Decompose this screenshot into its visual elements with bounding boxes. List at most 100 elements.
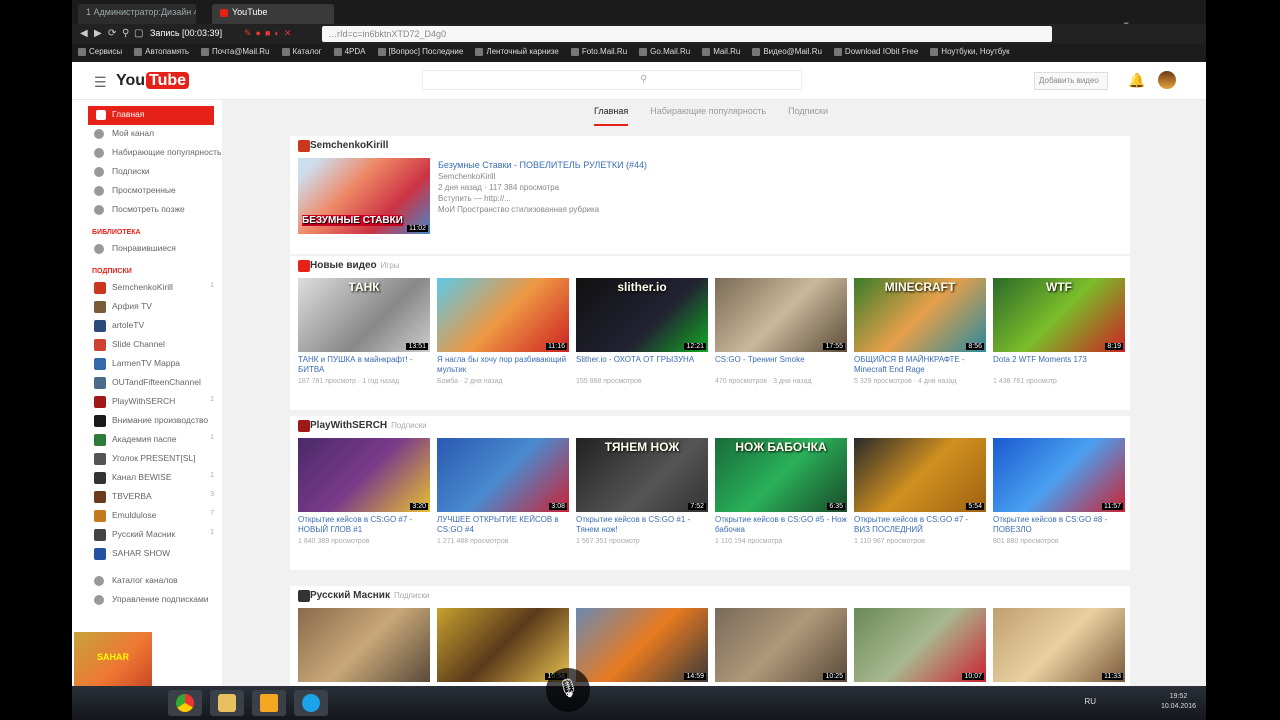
search-icon[interactable]: ⚲ xyxy=(122,28,129,39)
url-field[interactable]: …rId=c=in6bktnXTD72_D4g0 xyxy=(322,26,1052,42)
back-icon[interactable]: ◀ xyxy=(80,28,88,39)
upload-button[interactable]: Добавить видео xyxy=(1034,72,1108,90)
video-thumbnail[interactable]: 17:55 xyxy=(715,278,847,352)
feature-video[interactable]: БЕЗУМНЫЕ СТАВКИ 11:02 Безумные Ставки - … xyxy=(290,158,1130,254)
sidebar-item-liked[interactable]: Понравившиеся xyxy=(72,240,222,259)
tab-trending[interactable]: Набирающие популярность xyxy=(650,100,766,126)
bookmark-item[interactable]: Ноутбуки, Ноутбук xyxy=(924,44,1015,59)
video-thumbnail[interactable]: ТЯНЕМ НОЖ 7:52 xyxy=(576,438,708,512)
video-title[interactable]: Открытие кейсов в CS:GO #1 - Тянем нож! xyxy=(576,515,708,537)
video-thumbnail[interactable]: slither.io 12:21 xyxy=(576,278,708,352)
browser-tab-1[interactable]: 1 Администратор:Дизайн 4.0 xyxy=(78,4,196,24)
browser-tab-youtube[interactable]: YouTube xyxy=(212,4,334,24)
sidebar-subscription[interactable]: Emuldulose 7 xyxy=(72,507,222,526)
sidebar-bottom-item[interactable]: Управление подписками xyxy=(72,591,222,610)
reload-icon[interactable]: ⟳ xyxy=(108,28,116,39)
feature-title[interactable]: Безумные Ставки - ПОВЕЛИТЕЛЬ РУЛЕТКИ (#4… xyxy=(438,160,647,171)
sidebar-subscription[interactable]: Slide Channel xyxy=(72,336,222,355)
sidebar-subscription[interactable]: PlayWithSERCH 1 xyxy=(72,393,222,412)
bookmark-item[interactable]: Go.Mail.Ru xyxy=(633,44,696,59)
sidebar-subscription[interactable]: OUTandFifteenChannel xyxy=(72,374,222,393)
mute-microphone-icon[interactable]: 🎙 xyxy=(546,668,590,712)
bookmark-item[interactable]: Каталог xyxy=(276,44,328,59)
video-thumbnail[interactable]: ТАНК 13:51 xyxy=(298,278,430,352)
video-title[interactable]: Dota 2 WTF Moments 173 xyxy=(993,355,1125,377)
language-indicator[interactable]: RU xyxy=(1084,697,1096,706)
tab-subscriptions[interactable]: Подписки xyxy=(788,100,828,126)
video-title[interactable]: Открытие кейсов в CS:GO #8 - ПОВЕЗЛО xyxy=(993,515,1125,537)
video-title[interactable]: Slither.io - ОХОТА ОТ ГРЫЗУНА xyxy=(576,355,708,377)
sidebar-item[interactable]: Посмотреть позже xyxy=(72,201,222,220)
video-card[interactable]: НОЖ БАБОЧКА 6:35 Открытие кейсов в CS:GO #… xyxy=(715,438,847,546)
video-card[interactable]: slither.io 12:21 Slither.io - ОХОТА ОТ ГРЫ… xyxy=(576,278,708,386)
window-icon[interactable]: ▢ xyxy=(134,28,143,39)
video-thumbnail[interactable]: 3:20 xyxy=(298,438,430,512)
sidebar-subscription[interactable]: Академия паспе 1 xyxy=(72,431,222,450)
video-card[interactable]: 17:55 CS:GO - Тренинг Smoke 470 просмотров… xyxy=(715,278,847,386)
avatar[interactable] xyxy=(1158,71,1176,89)
video-card[interactable]: 11:16 Я нагла бы хочу пор разбивающий мул… xyxy=(437,278,569,386)
search-input[interactable] xyxy=(422,70,802,90)
video-thumbnail[interactable]: 11:16 xyxy=(437,278,569,352)
video-thumbnail[interactable]: MINECRAFT 8:56 xyxy=(854,278,986,352)
video-title[interactable]: Я нагла бы хочу пор разбивающий мультик xyxy=(437,355,569,377)
video-card[interactable]: 11:57 Открытие кейсов в CS:GO #8 - ПОВЕЗЛ… xyxy=(993,438,1125,546)
bookmark-item[interactable]: Автопамять xyxy=(128,44,195,59)
video-card[interactable]: MINECRAFT 8:56 ОБЩИЙСЯ В МАЙНКРАФТЕ - Mine… xyxy=(854,278,986,386)
sidebar-item[interactable]: Мой канал xyxy=(72,125,222,144)
sidebar-item[interactable]: Просмотренные xyxy=(72,182,222,201)
sidebar-item[interactable]: Подписки xyxy=(72,163,222,182)
video-title[interactable]: ОБЩИЙСЯ В МАЙНКРАФТЕ - Minecraft End Rag… xyxy=(854,355,986,377)
sidebar-bottom-item[interactable]: Каталог каналов xyxy=(72,572,222,591)
menu-icon[interactable]: ☰ xyxy=(94,74,107,91)
video-thumbnail[interactable]: 10:07 xyxy=(854,608,986,682)
section-header[interactable]: Новые видео Игры xyxy=(290,256,1130,278)
section-header[interactable]: PlayWithSERCH Подписки xyxy=(290,416,1130,438)
forward-icon[interactable]: ▶ xyxy=(94,28,102,39)
explorer-taskbar-button[interactable] xyxy=(210,690,244,716)
video-thumbnail[interactable]: 14:59 xyxy=(576,608,708,682)
bookmark-item[interactable]: Download IObit Free xyxy=(828,44,924,59)
bookmark-item[interactable]: Почта@Mail.Ru xyxy=(195,44,275,59)
bookmark-item[interactable]: Сервисы xyxy=(72,44,128,59)
search-button-icon[interactable]: ⚲ xyxy=(640,74,647,85)
video-thumbnail[interactable]: 5:54 xyxy=(854,438,986,512)
feature-channel-header[interactable]: SemchenkoKirill xyxy=(290,136,1130,158)
video-card[interactable]: ТЯНЕМ НОЖ 7:52 Открытие кейсов в CS:GO #1 … xyxy=(576,438,708,546)
video-thumbnail[interactable]: 10:58 xyxy=(437,608,569,682)
video-title[interactable]: Открытие кейсов в CS:GO #7 - НОВЫЙ ГЛОВ … xyxy=(298,515,430,537)
sidebar-subscription[interactable]: Русский Масник 1 xyxy=(72,526,222,545)
video-title[interactable]: Открытие кейсов в CS:GO #5 - Нож бабочка xyxy=(715,515,847,537)
sidebar-subscription[interactable]: Уголок PRESENT[SL] xyxy=(72,450,222,469)
sidebar-subscription[interactable]: SemchenkoKirill 1 xyxy=(72,279,222,298)
video-thumbnail[interactable]: НОЖ БАБОЧКА 6:35 xyxy=(715,438,847,512)
sidebar-item[interactable]: Главная xyxy=(88,106,214,125)
sidebar-subscription[interactable]: TBVERBA 3 xyxy=(72,488,222,507)
video-card[interactable]: 3:08 ЛУЧШЕЕ ОТКРЫТИЕ КЕЙСОВ в CS:GO #4 1 2… xyxy=(437,438,569,546)
video-card[interactable]: ТАНК 13:51 ТАНК и ПУШКА в майнкрафт! - БИТ… xyxy=(298,278,430,386)
app-taskbar-button[interactable] xyxy=(252,690,286,716)
bookmark-item[interactable]: Mail.Ru xyxy=(696,44,746,59)
bookmark-item[interactable]: Видео@Mail.Ru xyxy=(746,44,828,59)
video-thumbnail[interactable]: 11:33 xyxy=(993,608,1125,682)
bookmark-item[interactable]: [Вопрос] Последние xyxy=(372,44,470,59)
sidebar-subscription[interactable]: SAHAR SHOW xyxy=(72,545,222,564)
skype-taskbar-button[interactable] xyxy=(294,690,328,716)
video-title[interactable]: CS:GO - Тренинг Smoke xyxy=(715,355,847,377)
recording-controls[interactable]: ✎●■◐✕ xyxy=(244,28,295,39)
sidebar-subscription[interactable]: Арфия TV xyxy=(72,298,222,317)
video-thumbnail[interactable]: 11:57 xyxy=(993,438,1125,512)
feature-thumbnail[interactable]: БЕЗУМНЫЕ СТАВКИ 11:02 xyxy=(298,158,430,234)
video-thumbnail[interactable]: 10:25 xyxy=(715,608,847,682)
video-card[interactable]: 5:54 Открытие кейсов в CS:GO #7 - ВИЗ ПОС… xyxy=(854,438,986,546)
section-header[interactable]: Русский Масник Подписки xyxy=(290,586,1130,608)
video-card[interactable]: WTF 8:19 Dota 2 WTF Moments 173 1 438 761 п… xyxy=(993,278,1125,386)
sidebar-subscription[interactable]: artoleTV xyxy=(72,317,222,336)
video-thumbnail[interactable]: 3:08 xyxy=(437,438,569,512)
chrome-taskbar-button[interactable] xyxy=(168,690,202,716)
bookmark-item[interactable]: Ленточный карнизе xyxy=(469,44,564,59)
sidebar-subscription[interactable]: LarmenTV Mappa xyxy=(72,355,222,374)
video-thumbnail[interactable] xyxy=(298,608,430,682)
sidebar-subscription[interactable]: Канал BEWISE 1 xyxy=(72,469,222,488)
bookmark-item[interactable]: Foto.Mail.Ru xyxy=(565,44,633,59)
